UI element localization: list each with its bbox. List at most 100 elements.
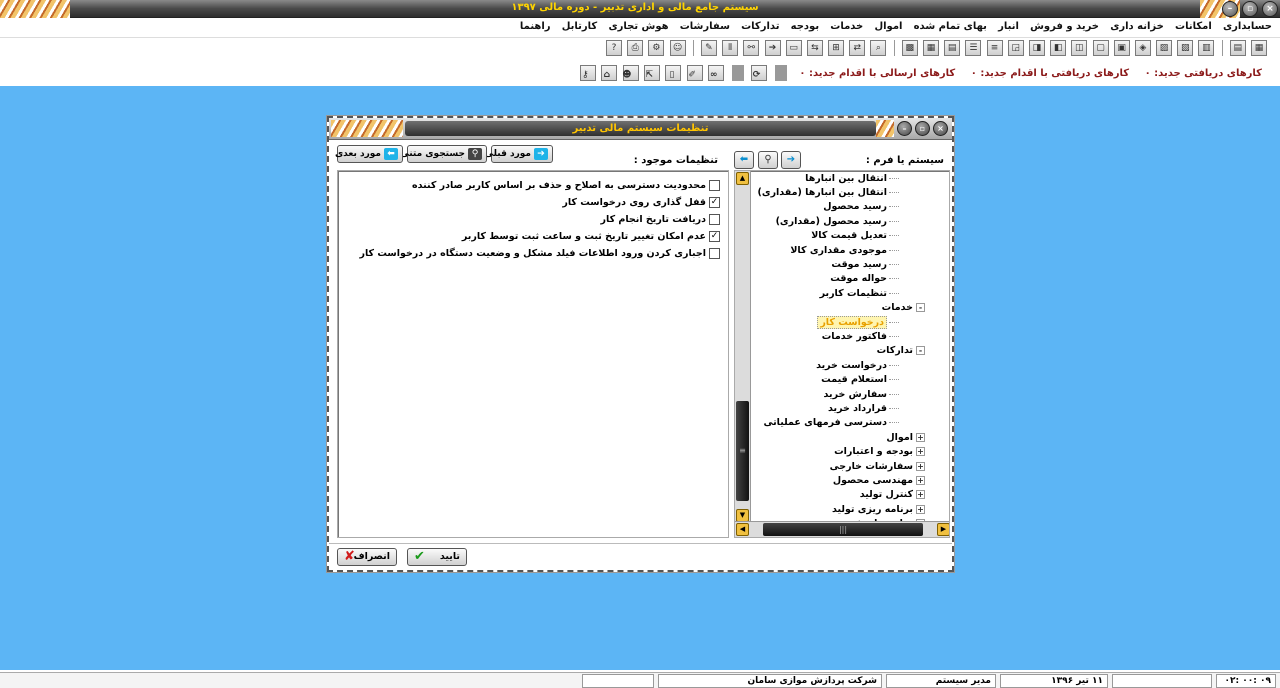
open-folder-icon[interactable]: ▢ [1092, 40, 1109, 56]
confirm-button[interactable]: تایید ✔ [407, 548, 467, 566]
tree-group-node[interactable]: + مهندسی محصول [753, 473, 929, 487]
chart-icon[interactable]: ▥ [1198, 40, 1215, 56]
close-icon[interactable]: × [1262, 1, 1278, 17]
text-search-button[interactable]: ⚲جستجوی متنی [400, 145, 487, 163]
expand-icon[interactable]: + [916, 490, 925, 500]
move-icon[interactable]: ⇆ [806, 40, 823, 56]
grid-icon[interactable]: ▨ [1156, 40, 1173, 56]
window-icon[interactable]: ◫ [1071, 40, 1088, 56]
tree-item-node[interactable]: رسید محصول (مقداری) [753, 214, 929, 228]
tree-group-node[interactable]: + اموال [753, 430, 929, 444]
minimize-icon[interactable]: – [1222, 1, 1238, 17]
arrow-icon[interactable]: ➔ [764, 40, 781, 56]
notice-received[interactable]: کارهای دریافتی جدید: ۰ [1139, 66, 1268, 81]
book-icon[interactable]: ◧ [1050, 40, 1067, 56]
tree-item-node[interactable]: دسترسی فرمهای عملیاتی [753, 416, 929, 430]
network-icon[interactable]: ⊞ [828, 40, 845, 56]
setting-checkbox[interactable] [709, 248, 720, 259]
cube-icon[interactable]: ◈ [1134, 40, 1151, 56]
tree-group-node[interactable]: + کنترل تولید [753, 488, 929, 502]
tree-item-node[interactable]: استعلام قیمت [753, 372, 929, 386]
setting-row[interactable]: اجباری کردن ورود اطلاعات فیلد مشکل و وضع… [338, 245, 720, 262]
expand-icon[interactable]: + [916, 447, 925, 457]
screen-icon[interactable]: ▭ [785, 40, 802, 56]
menu-procurement[interactable]: تدارکات [737, 18, 783, 35]
scroll-thumb-horizontal[interactable]: ||| [763, 523, 923, 536]
tree-group-node[interactable]: + بودجه و اعتبارات [753, 444, 929, 458]
menu-treasury[interactable]: خزانه داری [1106, 18, 1168, 35]
expand-icon[interactable]: + [916, 461, 925, 471]
tree-item-node[interactable]: فاکتور خدمات [753, 329, 929, 343]
menu-help[interactable]: راهنما [516, 18, 555, 35]
scroll-thumb[interactable]: ≡ [736, 401, 749, 501]
books-icon[interactable]: ◨ [1028, 40, 1045, 56]
dialog-restore-icon[interactable]: ▫ [915, 121, 930, 136]
tree-item-node[interactable]: تنظیمات کاربر [753, 286, 929, 300]
tree-next-button[interactable]: ➔ [781, 151, 801, 169]
tree-group-node[interactable]: - تدارکات [753, 344, 929, 358]
tree-item-node[interactable]: انتقال بین انبارها [753, 171, 929, 185]
refresh-icon[interactable]: ⟳ [751, 65, 768, 81]
tree-group-node[interactable]: + سفارشات خارجی [753, 459, 929, 473]
key-icon[interactable]: ⚷ [579, 65, 596, 81]
expand-icon[interactable]: + [916, 504, 925, 514]
cancel-button[interactable]: انصراف ✘ [337, 548, 397, 566]
barcode-icon[interactable]: ⦀ [722, 40, 739, 56]
pencil-icon[interactable]: ✐ [686, 65, 703, 81]
tree-item-node[interactable]: درخواست خرید [753, 358, 929, 372]
menu-cost[interactable]: بهای تمام شده [910, 18, 991, 35]
setting-row[interactable]: ✓ عدم امکان تغییر تاریخ ثبت و ساعت ثبت ت… [338, 228, 720, 245]
zoom-icon[interactable]: ⌕ [870, 40, 887, 56]
scroll-left-icon[interactable]: ◀ [736, 523, 749, 536]
setting-checkbox[interactable] [709, 180, 720, 191]
setting-row[interactable]: محدودیت دسترسی به اصلاح و حذف بر اساس کا… [338, 177, 720, 194]
document-icon[interactable]: ▯ [665, 65, 682, 81]
tree-vertical-scrollbar[interactable]: ▲ ≡ ▼ [735, 171, 751, 523]
tree-item-node[interactable]: تعدیل قیمت کالا [753, 229, 929, 243]
columns-icon[interactable]: ◲ [1007, 40, 1024, 56]
calculator-icon[interactable]: ▦ [1251, 40, 1267, 56]
prev-item-button[interactable]: ➔مورد قبلی [485, 145, 553, 163]
glasses-icon[interactable]: ∞ [708, 65, 725, 81]
grid-view-icon[interactable]: ▦ [923, 40, 939, 56]
transfer-icon[interactable]: ⇄ [849, 40, 866, 56]
tree-item-node[interactable]: درخواست کار [753, 315, 929, 329]
setting-row[interactable]: ✓ قفل گذاری روی درخواست کار [338, 194, 720, 211]
setting-checkbox[interactable]: ✓ [709, 231, 720, 242]
setting-checkbox[interactable]: ✓ [709, 197, 720, 208]
users-icon[interactable]: ☺ [669, 40, 686, 56]
folder-icon[interactable]: ▣ [1113, 40, 1130, 56]
list-icon[interactable]: ≡ [986, 40, 1003, 56]
picture-icon[interactable]: ▩ [901, 40, 918, 56]
restore-icon[interactable]: ▫ [1242, 1, 1258, 17]
menu-bi[interactable]: هوش تجاری [604, 18, 672, 35]
tree-group-node[interactable]: + برنامه ریزی تولید [753, 502, 929, 516]
tree-item-node[interactable]: موجودی مقداری کالا [753, 243, 929, 257]
notice-sent-action[interactable]: کارهای ارسالی با اقدام جدید: ۰ [793, 66, 961, 81]
tree-horizontal-scrollbar[interactable]: ◀ ||| ▶ [735, 521, 949, 537]
link-icon[interactable]: ⚯ [743, 40, 760, 56]
menu-inventory[interactable]: انبار [994, 18, 1023, 35]
tree-item-node[interactable]: انتقال بین انبارها (مقداری) [753, 185, 929, 199]
report-icon[interactable]: ▧ [1177, 40, 1194, 56]
scroll-right-icon[interactable]: ▶ [937, 523, 949, 536]
menu-services[interactable]: خدمات [826, 18, 867, 35]
help-icon[interactable]: ? [606, 40, 622, 56]
tree-item-node[interactable]: حواله موقت [753, 272, 929, 286]
tree-item-node[interactable]: سفارش خرید [753, 387, 929, 401]
menu-orders[interactable]: سفارشات [676, 18, 734, 35]
dialog-close-icon[interactable]: × [933, 121, 948, 136]
pen-icon[interactable]: ✎ [700, 40, 717, 56]
tree-item-node[interactable]: قرارداد خرید [753, 401, 929, 415]
sheet-icon[interactable]: ▤ [944, 40, 961, 56]
table-icon[interactable]: ▤ [1229, 40, 1246, 56]
people-icon[interactable]: ☻ [622, 65, 639, 81]
dialog-minimize-icon[interactable]: – [897, 121, 912, 136]
next-item-button[interactable]: ⬅مورد بعدی [335, 145, 403, 163]
list2-icon[interactable]: ☰ [965, 40, 982, 56]
tree-prev-button[interactable]: ⬅ [734, 151, 754, 169]
tree-group-node[interactable]: - خدمات [753, 301, 929, 315]
scroll-up-icon[interactable]: ▲ [736, 172, 749, 185]
menu-assets[interactable]: اموال [870, 18, 906, 35]
collapse-icon[interactable]: - [916, 303, 925, 313]
